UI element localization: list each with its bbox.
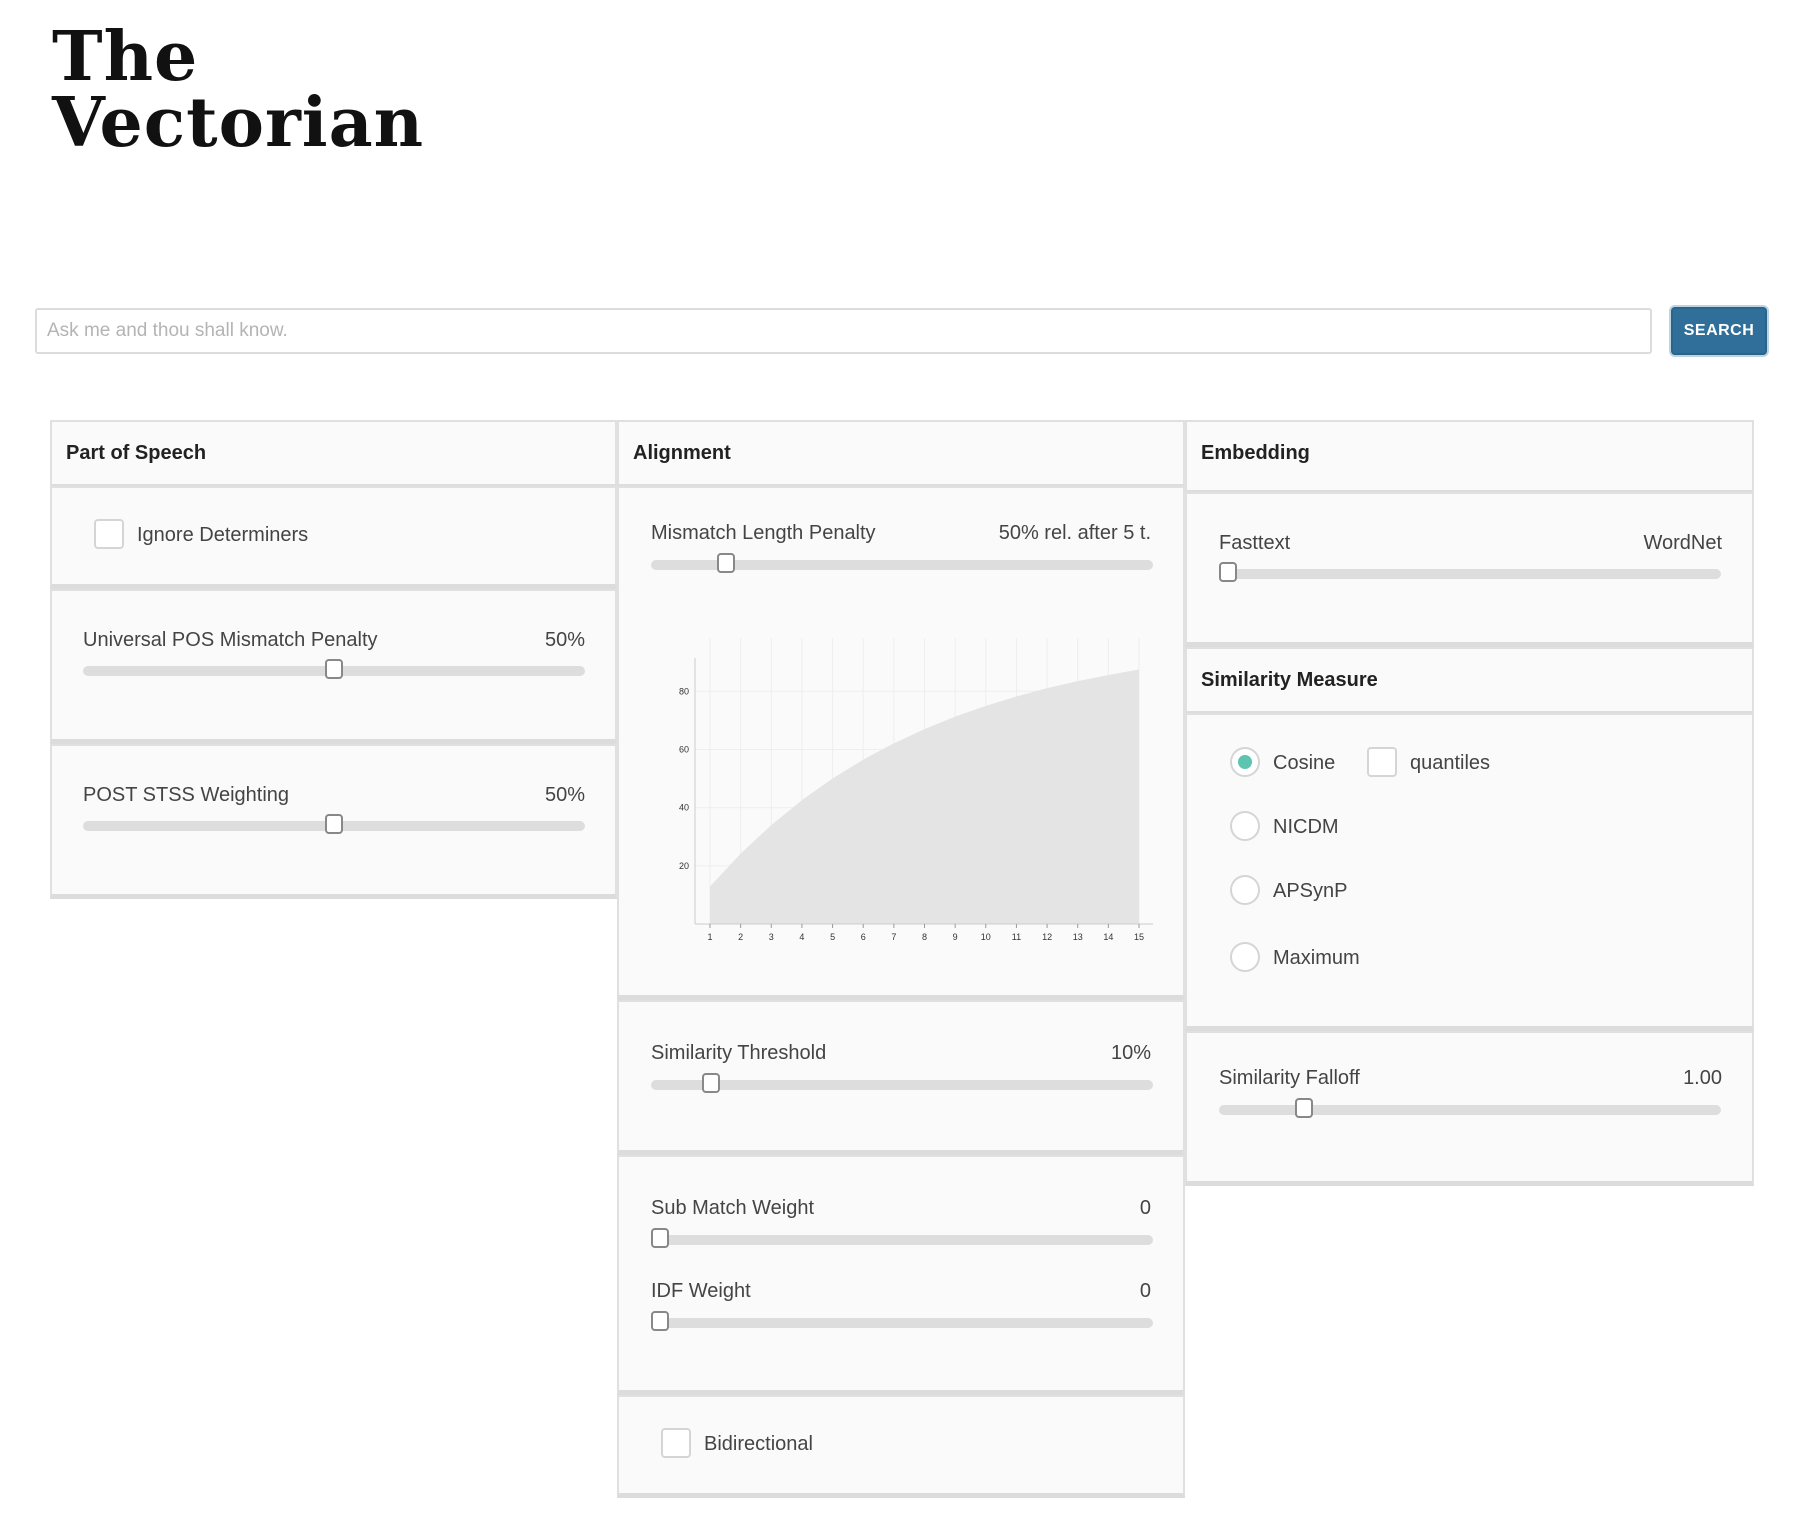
bidirectional-panel: Bidirectional: [617, 1395, 1185, 1498]
pos-mismatch-slider[interactable]: [83, 659, 585, 679]
embedding-title: Embedding: [1201, 442, 1310, 464]
idf-weight-label: IDF Weight: [651, 1280, 751, 1302]
chart-x-tick-label-5: 6: [861, 932, 866, 942]
alignment-title: Alignment: [633, 442, 731, 464]
idf-weight-slider-thumb[interactable]: [651, 1311, 669, 1331]
pos-mismatch-slider-thumb[interactable]: [325, 659, 343, 679]
post-stss-panel: POST STSS Weighting 50%: [50, 744, 617, 899]
chart-x-tick-label-3: 4: [799, 932, 804, 942]
search-button[interactable]: SEARCH: [1671, 307, 1767, 355]
similarity-measure-panel: Cosine quantiles NICDM APSynP Maximum: [1185, 713, 1754, 1031]
similarity-falloff-value: 1.00: [1683, 1067, 1722, 1089]
radio-nicdm[interactable]: [1230, 811, 1260, 841]
similarity-threshold-slider-thumb[interactable]: [702, 1073, 721, 1093]
similarity-threshold-label: Similarity Threshold: [651, 1042, 827, 1064]
radio-apsynp[interactable]: [1230, 875, 1260, 905]
logo-line-1: The: [52, 17, 199, 97]
radio-cosine[interactable]: [1230, 747, 1260, 777]
post-stss-slider-thumb[interactable]: [325, 814, 343, 834]
chart-x-tick-label-8: 9: [953, 932, 958, 942]
chart-x-tick-label-12: 13: [1073, 932, 1083, 942]
similarity-falloff-panel: Similarity Falloff 1.00: [1185, 1031, 1754, 1186]
bidirectional-label: Bidirectional: [704, 1433, 813, 1455]
part-of-speech-header: Part of Speech: [50, 420, 617, 486]
search-input[interactable]: [35, 308, 1652, 354]
chart-y-tick-label-2: 60: [679, 744, 689, 754]
chart-x-tick-label-13: 14: [1103, 932, 1113, 942]
weights-panel: Sub Match Weight 0 IDF Weight 0: [617, 1155, 1185, 1395]
idf-weight-slider[interactable]: [651, 1311, 1153, 1331]
similarity-measure-title: Similarity Measure: [1201, 669, 1378, 691]
chart-x-tick-label-6: 7: [891, 932, 896, 942]
embedding-left-label: Fasttext: [1219, 532, 1291, 554]
similarity-falloff-slider-thumb[interactable]: [1295, 1098, 1314, 1118]
chart-x-tick-label-14: 15: [1134, 932, 1144, 942]
pos-mismatch-value: 50%: [544, 629, 585, 651]
logo-line-2: Vectorian: [52, 83, 425, 163]
quantiles-label: quantiles: [1410, 752, 1491, 774]
bidirectional-checkbox[interactable]: [661, 1428, 691, 1458]
alignment-header: Alignment: [617, 420, 1185, 486]
similarity-falloff-slider[interactable]: [1219, 1098, 1721, 1118]
chart-y-tick-label-3: 80: [679, 686, 689, 696]
mismatch-length-panel: Mismatch Length Penalty 50% rel. after 5…: [617, 486, 1185, 1000]
ignore-determiners-checkbox[interactable]: [94, 519, 124, 549]
radio-maximum-label: Maximum: [1273, 947, 1360, 969]
similarity-falloff-label: Similarity Falloff: [1219, 1067, 1360, 1089]
embedding-right-label: WordNet: [1643, 532, 1722, 554]
post-stss-slider[interactable]: [83, 814, 585, 834]
radio-apsynp-label: APSynP: [1273, 880, 1348, 902]
chart-x-tick-label-0: 1: [707, 932, 712, 942]
chart-x-tick-label-11: 12: [1042, 932, 1052, 942]
radio-cosine-label: Cosine: [1273, 752, 1336, 774]
similarity-threshold-slider[interactable]: [651, 1073, 1153, 1093]
ignore-determiners-panel: Ignore Determiners: [50, 486, 617, 589]
embedding-panel: Fasttext WordNet: [1185, 492, 1754, 647]
chart-x-tick-label-9: 10: [981, 932, 991, 942]
sub-match-weight-slider-thumb[interactable]: [651, 1228, 669, 1248]
sub-match-weight-value: 0: [1139, 1197, 1151, 1219]
ignore-determiners-label: Ignore Determiners: [137, 524, 309, 546]
quantiles-checkbox[interactable]: [1367, 747, 1397, 777]
chart-x-tick-label-1: 2: [738, 932, 743, 942]
embedding-header: Embedding: [1185, 420, 1754, 492]
similarity-threshold-panel: Similarity Threshold 10%: [617, 1000, 1185, 1155]
pos-mismatch-label: Universal POS Mismatch Penalty: [83, 629, 378, 651]
sub-match-weight-label: Sub Match Weight: [651, 1197, 815, 1219]
similarity-measure-header: Similarity Measure: [1185, 647, 1754, 713]
embedding-slider-thumb[interactable]: [1219, 562, 1237, 582]
radio-nicdm-label: NICDM: [1273, 816, 1339, 838]
similarity-threshold-value: 10%: [1110, 1042, 1151, 1064]
part-of-speech-title: Part of Speech: [66, 442, 207, 464]
chart-x-tick-label-7: 8: [922, 932, 927, 942]
chart-y-tick-label-1: 40: [679, 803, 689, 813]
mismatch-penalty-chart: 1 2 3 4 5 6 7 8 9 10 11 12 13 14 1520406080: [679, 638, 1153, 942]
sub-match-weight-slider[interactable]: [651, 1228, 1153, 1248]
embedding-slider[interactable]: [1219, 562, 1721, 582]
logo: The Vectorian: [52, 17, 425, 163]
post-stss-label: POST STSS Weighting: [83, 784, 290, 806]
chart-x-tick-label-4: 5: [830, 932, 835, 942]
post-stss-value: 50%: [544, 784, 585, 806]
chart-y-tick-label-0: 20: [679, 861, 689, 871]
idf-weight-value: 0: [1139, 1280, 1151, 1302]
radio-maximum[interactable]: [1230, 942, 1260, 972]
chart-x-tick-label-2: 3: [769, 932, 774, 942]
chart-x-tick-label-10: 11: [1012, 932, 1021, 942]
pos-mismatch-panel: Universal POS Mismatch Penalty 50%: [50, 589, 617, 744]
